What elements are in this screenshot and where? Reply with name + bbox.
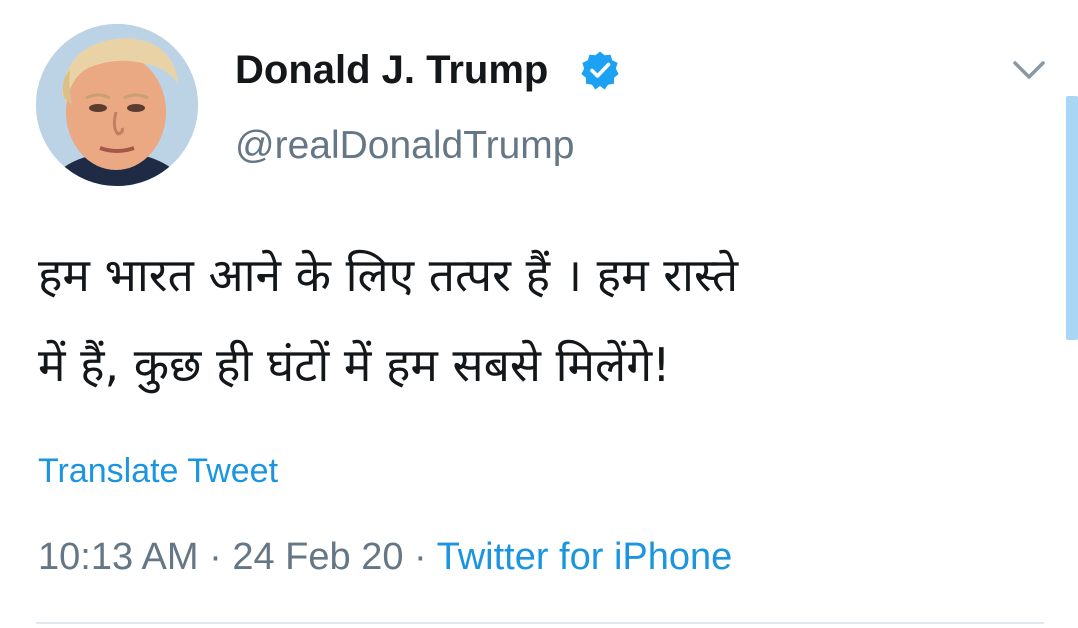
tweet-text-line: हम भारत आने के लिए तत्पर हैं । हम रास्ते [38,248,739,302]
user-handle[interactable]: @realDonaldTrump [235,121,574,171]
tweet-text-line: में हैं, कुछ ही घंटों में हम सबसे मिलेंग… [38,338,671,392]
chevron-down-icon[interactable] [1010,56,1048,84]
tweet-text: हम भारत आने के लिए तत्पर हैं । हम रास्ते… [38,230,1038,410]
avatar-image [36,24,198,186]
verified-badge-icon [581,51,619,90]
meta-separator: · [209,536,222,578]
display-name[interactable]: Donald J. Trump [235,44,548,96]
tweet-card: Donald J. Trump @realDonaldTrump हम भारत… [0,0,1078,628]
divider [36,622,1044,624]
tweet-metadata: 10:13 AM · 24 Feb 20 · Twitter for iPhon… [38,532,732,582]
tweet-date[interactable]: 24 Feb 20 [232,536,403,578]
translate-tweet-link[interactable]: Translate Tweet [38,448,278,494]
meta-separator: · [414,536,427,578]
scrollbar[interactable] [1066,96,1078,340]
tweet-source-link[interactable]: Twitter for iPhone [437,536,733,578]
avatar[interactable] [36,24,198,186]
tweet-time[interactable]: 10:13 AM [38,536,199,578]
